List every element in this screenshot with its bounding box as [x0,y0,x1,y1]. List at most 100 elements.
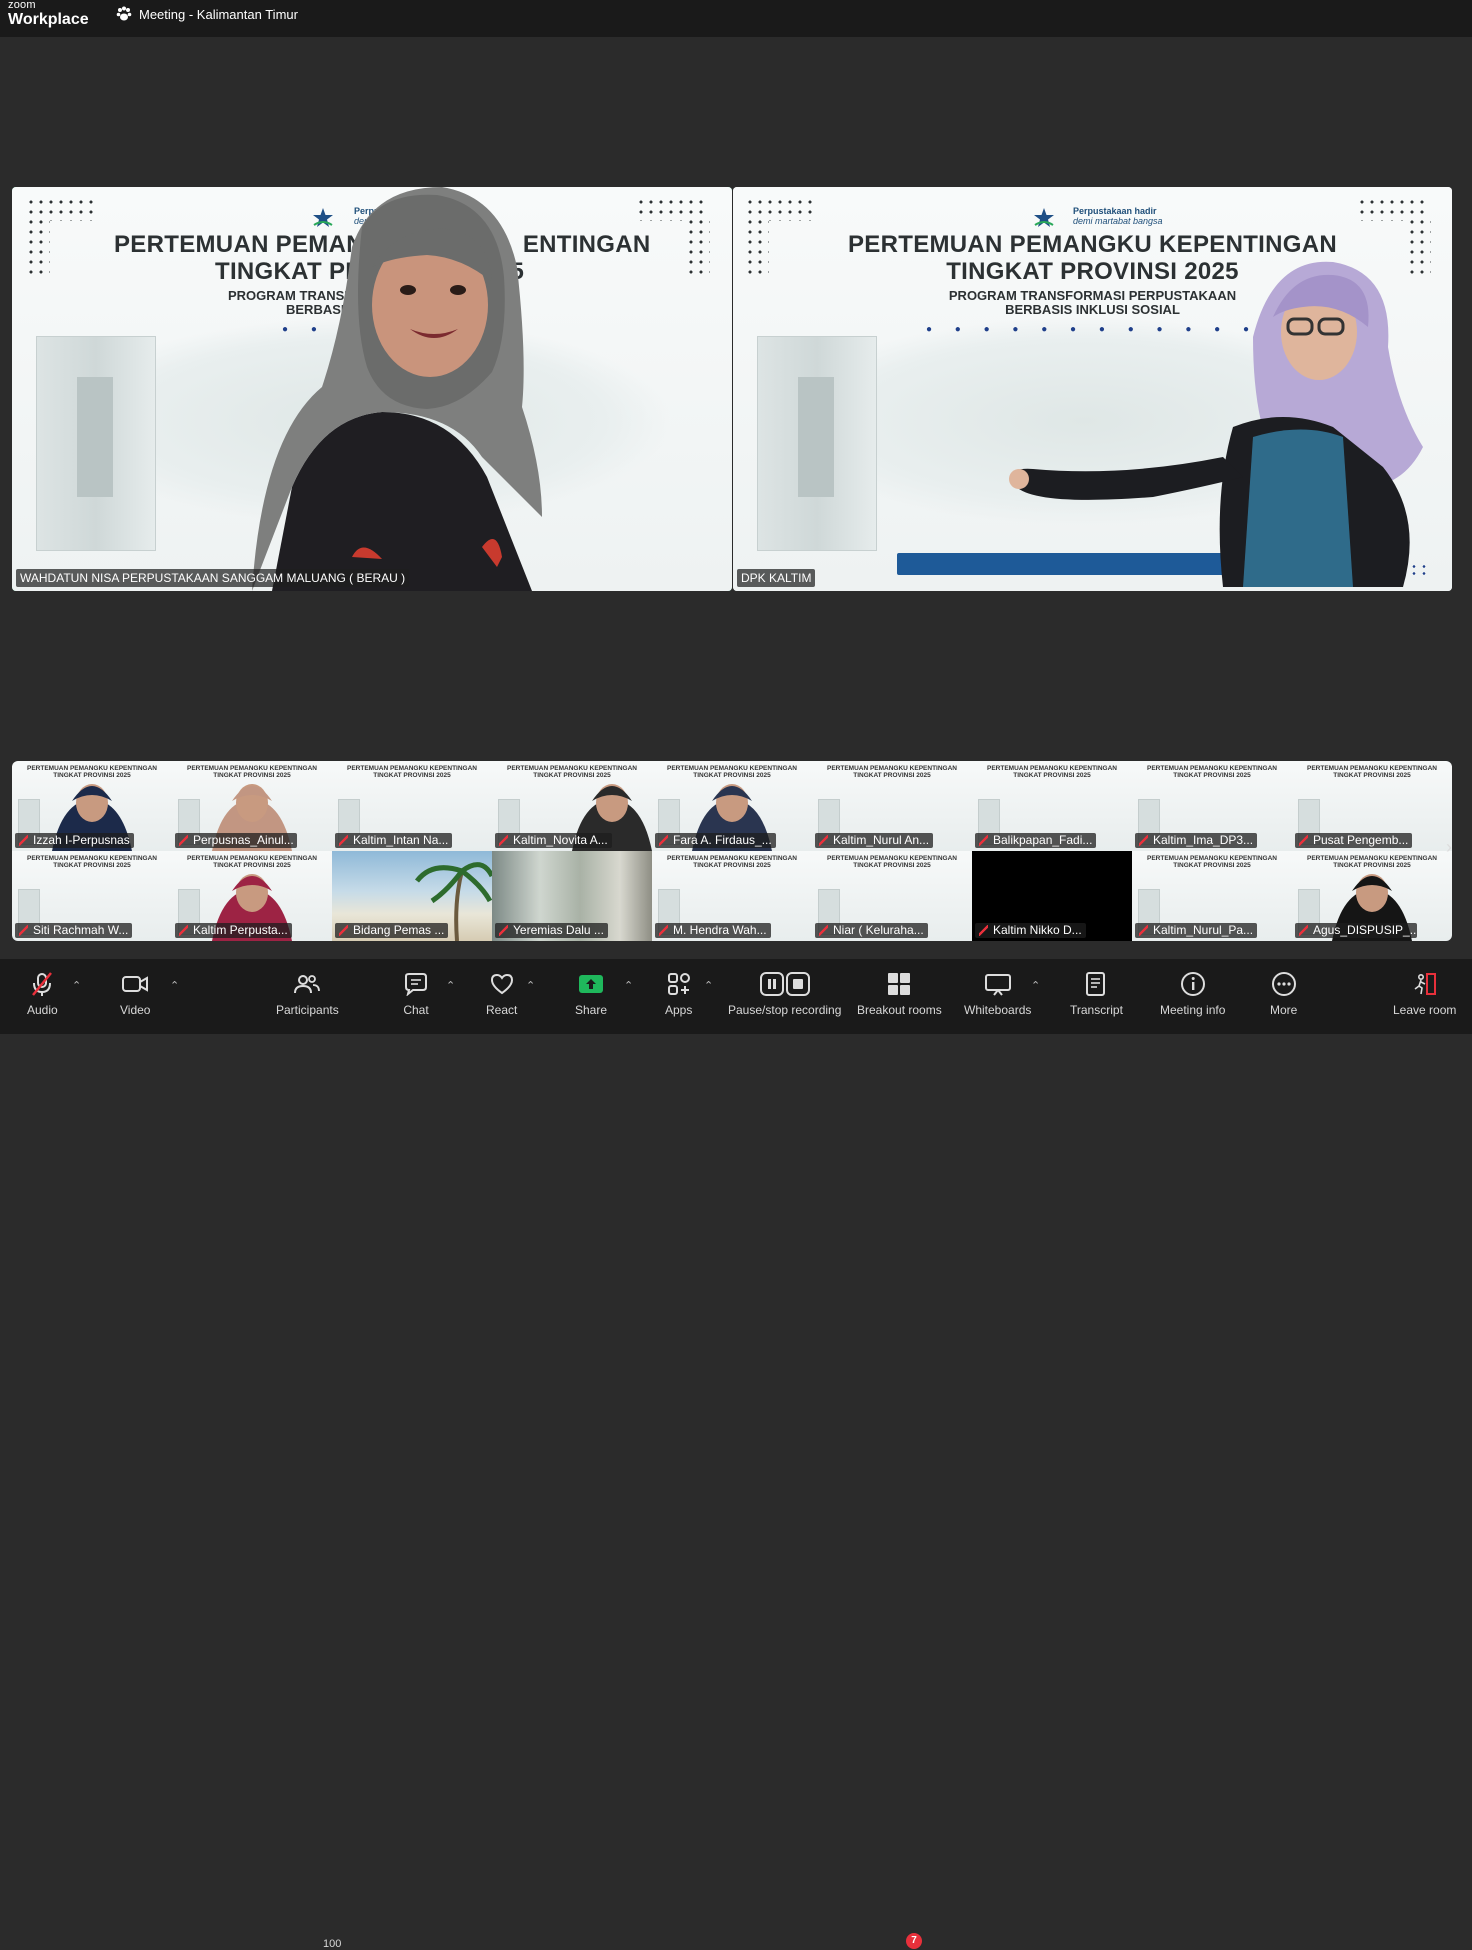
react-options-caret[interactable]: ⌃ [526,979,535,992]
gallery-participant-name: Balikpapan_Fadi... [975,833,1097,848]
microphone-muted-icon [32,972,53,996]
meeting-title-text: Meeting - Kalimantan Timur [139,6,298,22]
zoom-logo: zoom Workplace [8,0,89,28]
gallery-tile[interactable]: PERTEMUAN PEMANGKU KEPENTINGAN TINGKAT P… [652,851,812,941]
breakout-rooms-badge: 7 [906,1933,922,1949]
title-bar: zoom Workplace Meeting - Kalimantan Timu… [0,0,1472,37]
whiteboards-options-caret[interactable]: ⌃ [1031,979,1040,992]
video-button[interactable]: Video [120,967,150,1017]
gallery-tile[interactable]: PERTEMUAN PEMANGKU KEPENTINGAN TINGKAT P… [12,761,172,851]
gallery-tile[interactable]: PERTEMUAN PEMANGKU KEPENTINGAN TINGKAT P… [172,851,332,941]
meeting-controls-toolbar: Audio ⌃ Video ⌃ Participants 100 Chat ⌃ … [0,959,1472,1950]
recording-label: Pause/stop recording [728,1003,842,1017]
gallery-tile[interactable]: Bidang Pemas ... [332,851,492,941]
logo-text-line1: Perpustakaan hadir [1073,206,1157,216]
gallery-next-arrow[interactable]: › [1446,837,1452,858]
gallery-tile[interactable]: PERTEMUAN PEMANGKU KEPENTINGAN TINGKAT P… [1292,761,1452,851]
logo-text-line2: demi martabat bangsa [1073,215,1163,226]
chat-options-caret[interactable]: ⌃ [446,979,455,992]
slide-title-line1: PERTEMUAN PEMANGKU KEPENTINGAN [847,231,1338,258]
gallery-participant-name: Agus_DISPUSIP_... [1295,923,1417,938]
transcript-label: Transcript [1070,1003,1123,1017]
gallery-participant-name: Pusat Pengemb... [1295,833,1413,848]
participants-label: Participants [276,1003,339,1017]
participants-icon [294,975,321,994]
react-label: React [486,1003,518,1017]
leave-room-label: Leave room [1393,1003,1457,1017]
participants-count: 100 [323,1938,342,1950]
gallery-tile[interactable]: Yeremias Dalu ... [492,851,652,941]
star-logo-icon [1034,208,1054,227]
apps-options-caret[interactable]: ⌃ [704,979,713,992]
dot-pattern [26,217,50,277]
tile-slide-title: PERTEMUAN PEMANGKU KEPENTINGAN TINGKAT P… [1306,765,1437,779]
chat-icon [405,973,427,996]
video-tile-active-speaker[interactable]: Perpustakaademi marta PERTEMUAN PEMANGEN… [12,187,732,591]
gallery-tile[interactable]: PERTEMUAN PEMANGKU KEPENTINGAN TINGKAT P… [1292,851,1452,941]
whiteboard-icon [984,974,1011,996]
share-button[interactable]: Share [575,967,607,1017]
brand-main: Workplace [8,11,89,28]
gallery-participant-name: Kaltim_Nurul An... [815,833,934,848]
gallery-participant-name: Izzah I-Perpusnas [15,833,134,848]
audio-label: Audio [27,1003,58,1017]
gallery-participant-name: Kaltim_Ima_DP3... [1135,833,1257,848]
gallery-participant-name: Kaltim_Intan Na... [335,833,453,848]
building-graphic [757,336,877,551]
participant-name-label: DPK KALTIM [737,569,816,587]
gallery-participant-name: Yeremias Dalu ... [495,923,608,938]
gallery-tile[interactable]: PERTEMUAN PEMANGKU KEPENTINGAN TINGKAT P… [492,761,652,851]
paw-icon [116,6,132,21]
apps-button[interactable]: Apps [665,967,692,1017]
brand-small: zoom [8,0,36,11]
share-options-caret[interactable]: ⌃ [624,979,633,992]
leave-room-button[interactable]: Leave room [1393,967,1456,1017]
gallery-participant-name: Niar ( Keluraha... [815,923,928,938]
tile-slide-title: PERTEMUAN PEMANGKU KEPENTINGAN TINGKAT P… [826,765,957,779]
gallery-strip: PERTEMUAN PEMANGKU KEPENTINGAN TINGKAT P… [12,761,1452,941]
building-graphic [36,336,156,551]
tile-slide-title: PERTEMUAN PEMANGKU KEPENTINGAN TINGKAT P… [1146,855,1277,869]
gallery-tile[interactable]: PERTEMUAN PEMANGKU KEPENTINGAN TINGKAT P… [812,851,972,941]
chat-button[interactable]: Chat [403,967,429,1017]
recording-button[interactable]: Pause/stop recording [728,967,841,1017]
audio-button[interactable]: Audio [27,967,58,1017]
more-button[interactable]: More [1270,967,1297,1017]
gallery-participant-name: Kaltim_Novita A... [495,833,612,848]
tile-slide-title: PERTEMUAN PEMANGKU KEPENTINGAN TINGKAT P… [666,855,797,869]
whiteboards-button[interactable]: Whiteboards [964,967,1031,1017]
gallery-tile[interactable]: PERTEMUAN PEMANGKU KEPENTINGAN TINGKAT P… [652,761,812,851]
gallery-participant-name: Siti Rachmah W... [15,923,133,938]
whiteboards-label: Whiteboards [964,1003,1032,1017]
tile-slide-title: PERTEMUAN PEMANGKU KEPENTINGAN TINGKAT P… [26,855,157,869]
video-label: Video [120,1003,151,1017]
transcript-button[interactable]: Transcript [1070,967,1123,1017]
participant-name-label: WAHDATUN NISA PERPUSTAKAAN SANGGAM MALUA… [16,569,410,587]
audio-options-caret[interactable]: ⌃ [72,979,81,992]
share-screen-icon [579,975,604,993]
logo-text: Perpustakaan hadir demi martabat bangsa [1073,206,1163,227]
gallery-participant-name: Fara A. Firdaus_... [655,833,776,848]
speaker-person [252,187,542,591]
gallery-tile[interactable]: PERTEMUAN PEMANGKU KEPENTINGAN TINGKAT P… [812,761,972,851]
more-label: More [1270,1003,1298,1017]
gallery-tile[interactable]: PERTEMUAN PEMANGKU KEPENTINGAN TINGKAT P… [972,761,1132,851]
breakout-rooms-icon [888,973,911,995]
gallery-tile[interactable]: PERTEMUAN PEMANGKU KEPENTINGAN TINGKAT P… [1132,761,1292,851]
chat-label: Chat [403,1003,429,1017]
gallery-tile[interactable]: PERTEMUAN PEMANGKU KEPENTINGAN TINGKAT P… [332,761,492,851]
gallery-tile[interactable]: PERTEMUAN PEMANGKU KEPENTINGAN TINGKAT P… [172,761,332,851]
video-tile-dpk-kaltim[interactable]: Perpustakaan hadir demi martabat bangsa P… [733,187,1452,591]
pause-stop-recording-icon [759,972,810,996]
video-options-caret[interactable]: ⌃ [170,979,179,992]
react-button[interactable]: React [486,967,517,1017]
transcript-icon [1086,972,1106,996]
gallery-tile[interactable]: PERTEMUAN PEMANGKU KEPENTINGAN TINGKAT P… [1132,851,1292,941]
meeting-info-button[interactable]: Meeting info [1160,967,1225,1017]
breakout-rooms-button[interactable]: Breakout rooms [857,967,942,1017]
gallery-tile[interactable]: Kaltim Nikko D... [972,851,1132,941]
more-icon [1271,972,1296,996]
video-stage: Perpustakaademi marta PERTEMUAN PEMANGEN… [0,37,1472,959]
gallery-tile[interactable]: PERTEMUAN PEMANGKU KEPENTINGAN TINGKAT P… [12,851,172,941]
participants-button[interactable]: Participants [276,967,339,1017]
